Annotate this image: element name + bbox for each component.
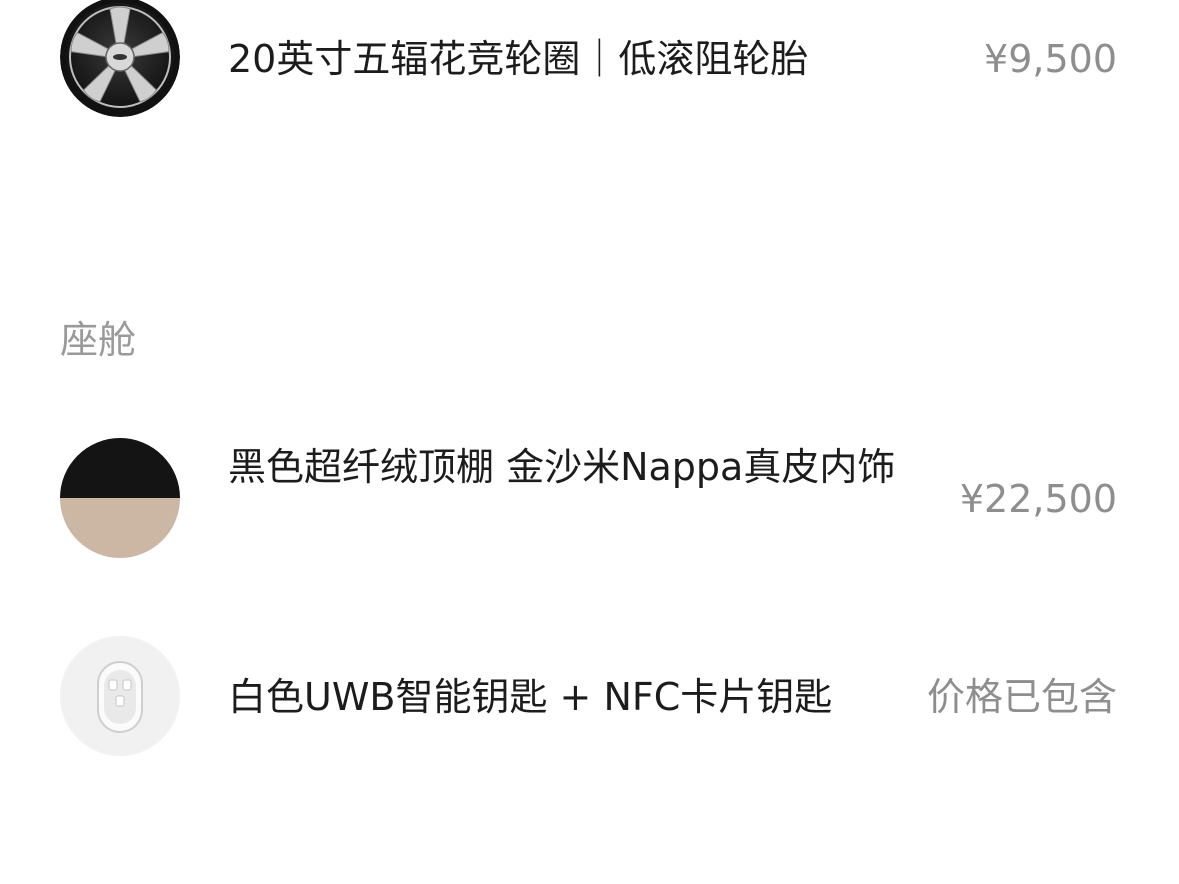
key-option-price: 价格已包含 <box>926 675 1117 719</box>
interior-swatch-icon <box>60 438 180 558</box>
wheel-icon <box>60 0 180 117</box>
section-title-cabin: 座舱 <box>60 318 137 362</box>
option-row-key[interactable]: 白色UWB智能钥匙 + NFC卡片钥匙 价格已包含 <box>0 630 1179 760</box>
wheel-option-price: ¥9,500 <box>984 37 1117 81</box>
key-option-name: 白色UWB智能钥匙 + NFC卡片钥匙 <box>228 675 833 719</box>
option-row-interior[interactable]: 黑色超纤绒顶棚 金沙米Nappa真皮内饰 ¥22,500 <box>0 430 1179 570</box>
interior-option-name: 黑色超纤绒顶棚 金沙米Nappa真皮内饰 <box>228 445 896 489</box>
interior-option-price: ¥22,500 <box>959 477 1117 521</box>
option-row-wheel[interactable]: 20英寸五辐花竞轮圈｜低滚阻轮胎 ¥9,500 <box>0 0 1179 130</box>
wheel-option-name: 20英寸五辐花竞轮圈｜低滚阻轮胎 <box>228 37 809 81</box>
key-fob-icon <box>60 636 180 756</box>
